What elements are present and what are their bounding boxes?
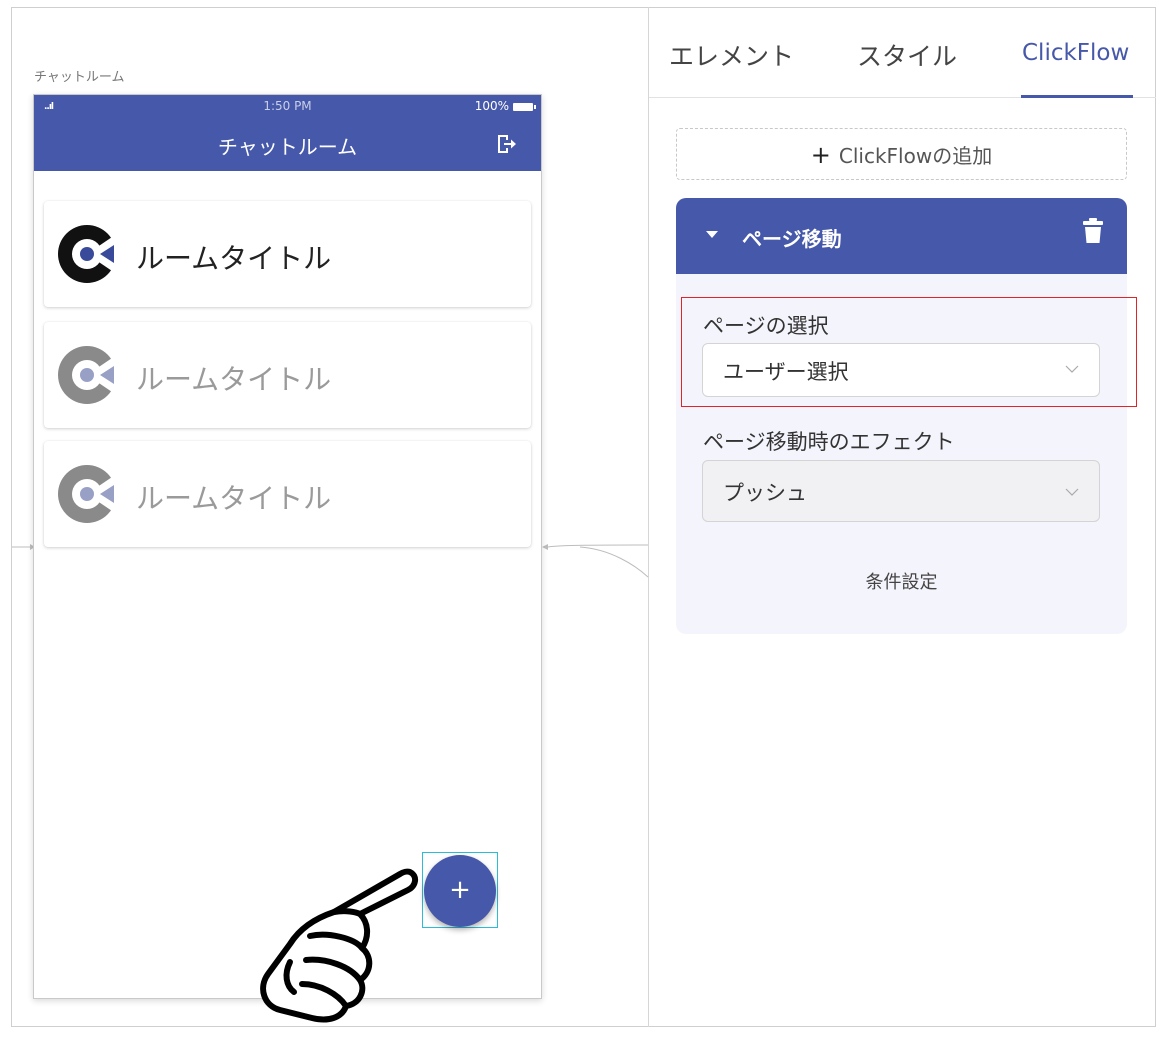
battery-percent: 100% [474, 99, 509, 113]
room-title: ルームタイトル [136, 482, 332, 515]
effect-select-label: ページ移動時のエフェクト [703, 430, 955, 454]
battery-icon [513, 103, 536, 111]
annotation-highlight-box [681, 297, 1137, 407]
tab-element[interactable]: エレメント [669, 37, 794, 73]
effect-select-dropdown[interactable]: プッシュ [702, 460, 1100, 522]
chevron-down-icon [1065, 488, 1079, 496]
room-list-item[interactable]: ルームタイトル [44, 322, 531, 428]
room-title: ルームタイトル [136, 363, 332, 396]
room-logo-icon [58, 465, 118, 523]
app-header-title: チャットルーム [217, 135, 358, 159]
logout-icon[interactable] [495, 133, 517, 155]
flow-connector-out [542, 544, 649, 578]
clickflow-card: ページ移動 ページの選択 ユーザー選択 ページ移動時のエフェクト プッシュ 条件… [676, 198, 1127, 634]
active-tab-indicator [1021, 95, 1133, 98]
property-tabs: エレメント スタイル ClickFlow [649, 7, 1156, 98]
effect-select-value: プッシュ [723, 481, 807, 505]
room-logo-icon [58, 225, 118, 283]
add-room-fab-button[interactable]: + [424, 855, 496, 927]
clickflow-title: ページ移動 [742, 227, 842, 251]
tab-style[interactable]: スタイル [857, 37, 957, 73]
room-title: ルームタイトル [136, 242, 332, 275]
trash-icon[interactable] [1083, 218, 1103, 244]
panel-divider [648, 7, 649, 1027]
add-clickflow-button[interactable]: + ClickFlowの追加 [676, 128, 1127, 180]
room-logo-icon [58, 346, 118, 404]
page-name-label: チャットルーム [34, 70, 125, 85]
tab-clickflow[interactable]: ClickFlow [1022, 40, 1129, 66]
add-clickflow-label: ClickFlowの追加 [838, 144, 993, 168]
room-list-item[interactable]: ルームタイトル [44, 201, 531, 307]
status-bar: ..ıl 1:50 PM 100% [34, 99, 541, 115]
pointing-hand-icon [260, 868, 418, 1023]
plus-icon: + [810, 141, 831, 169]
app-header: ..ıl 1:50 PM 100% チャットルーム [34, 95, 541, 171]
room-list-item[interactable]: ルームタイトル [44, 441, 531, 547]
clickflow-card-header[interactable]: ページ移動 [676, 198, 1127, 274]
status-time: 1:50 PM [263, 99, 312, 113]
condition-settings-link[interactable]: 条件設定 [676, 568, 1127, 594]
collapse-caret-icon[interactable] [706, 231, 718, 238]
